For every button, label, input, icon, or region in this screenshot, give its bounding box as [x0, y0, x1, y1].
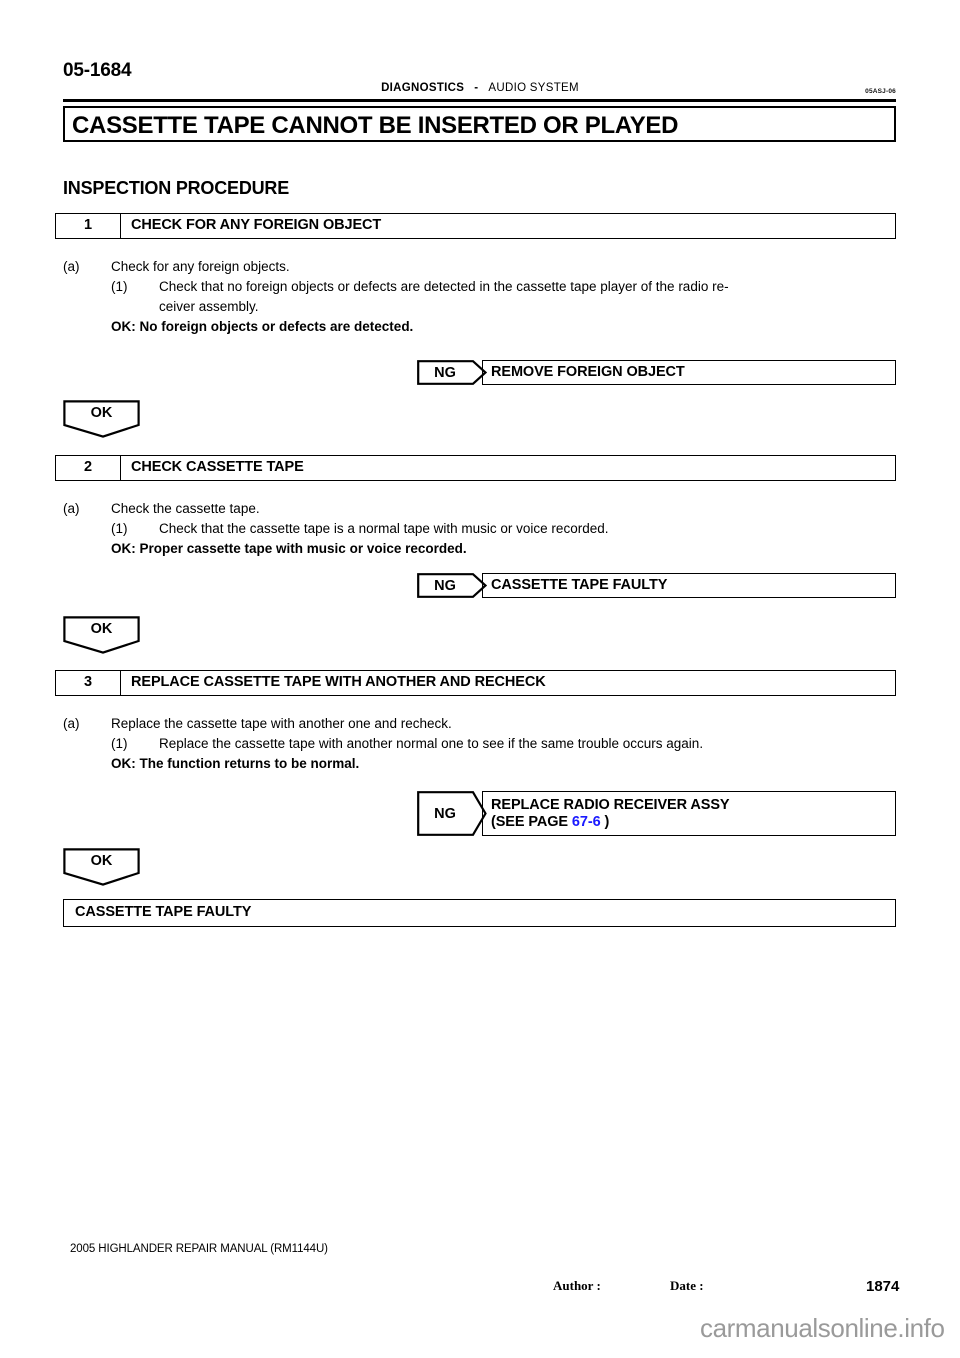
step-1-sub-1-marker: (1)	[111, 279, 128, 294]
step-1-ng-branch: NG REMOVE FOREIGN OBJECT	[417, 360, 896, 385]
step-1-item-a-marker: (a)	[63, 259, 80, 274]
document-page: 05-1684 DIAGNOSTICS - AUDIO SYSTEM 05ASJ-0…	[0, 0, 960, 1358]
step-number-1: 1	[56, 214, 121, 238]
step-1-sub-1-text-line2: ceiver assembly.	[159, 299, 259, 314]
ok-label-1: OK	[90, 404, 113, 421]
step-body-1: (a) Check for any foreign objects. (1) C…	[63, 257, 896, 337]
conclusion-box: CASSETTE TAPE FAULTY	[63, 899, 896, 927]
breadcrumb-section: DIAGNOSTICS	[381, 82, 465, 94]
step-3-ng-branch: NG REPLACE RADIO RECEIVER ASSY (SEE PAGE…	[417, 791, 896, 836]
header-rule	[63, 99, 896, 102]
footer-page-number: 1874	[866, 1278, 900, 1295]
step-2-ok-criteria: OK: Proper cassette tape with music or v…	[111, 541, 467, 556]
ok-label-3: OK	[90, 852, 113, 869]
footer-author-label: Author :	[553, 1278, 601, 1293]
step-2-sub-1-marker: (1)	[111, 521, 128, 536]
step-label-3: REPLACE CASSETTE TAPE WITH ANOTHER AND R…	[131, 674, 546, 690]
ok-label-2: OK	[90, 620, 113, 637]
ng-result-text-3-line2: (SEE PAGE 67-6 )	[491, 814, 729, 831]
breadcrumb-separator: -	[474, 82, 479, 94]
step-2-sub-1: (1) Check that the cassette tape is a no…	[111, 519, 896, 539]
step-body-2: (a) Check the cassette tape. (1) Check t…	[63, 499, 896, 559]
step-2-item-a: (a) Check the cassette tape.	[63, 499, 896, 519]
step-number-3: 3	[56, 671, 121, 695]
step-1-sub-1: (1) Check that no foreign objects or def…	[111, 277, 896, 317]
step-1-item-a-text: Check for any foreign objects.	[111, 259, 290, 274]
step-1-sub-1-text-line1: Check that no foreign objects or defects…	[159, 279, 729, 294]
section-heading: INSPECTION PROCEDURE	[63, 178, 290, 198]
page-number-header: 05-1684	[63, 60, 132, 81]
step-header-3: 3 REPLACE CASSETTE TAPE WITH ANOTHER AND…	[55, 670, 896, 696]
ok-arrow-badge-3: OK	[63, 848, 140, 886]
ng-result-text-3: REPLACE RADIO RECEIVER ASSY (SEE PAGE 67…	[491, 792, 730, 835]
step-label-1: CHECK FOR ANY FOREIGN OBJECT	[131, 217, 382, 233]
step-3-sub-1: (1) Replace the cassette tape with anoth…	[111, 734, 896, 754]
step-3-sub-1-text-line1: Replace the cassette tape with another n…	[159, 736, 704, 751]
see-page-suffix: )	[600, 813, 610, 830]
step-3-ok-criteria: OK: The function returns to be normal.	[111, 756, 360, 771]
step-header-2: 2 CHECK CASSETTE TAPE	[55, 455, 896, 481]
ng-result-text-3-line1: REPLACE RADIO RECEIVER ASSY	[491, 796, 730, 813]
ng-label-3: NG	[434, 805, 456, 822]
ng-arrow-badge-3: NG	[417, 791, 487, 836]
ok-arrow-badge-2: OK	[63, 616, 140, 654]
footer-date-label: Date :	[670, 1278, 704, 1293]
ng-result-text-1: REMOVE FOREIGN OBJECT	[491, 364, 685, 380]
ng-result-box-3: REPLACE RADIO RECEIVER ASSY (SEE PAGE 67…	[482, 791, 896, 836]
step-label-2: CHECK CASSETTE TAPE	[131, 459, 304, 475]
footer-manual-title: 2005 HIGHLANDER REPAIR MANUAL (RM1144U)	[70, 1243, 328, 1255]
step-1-ok-criteria: OK: No foreign objects or defects are de…	[111, 319, 414, 334]
step-3-item-a-text: Replace the cassette tape with another o…	[111, 716, 452, 731]
ng-result-text-2: CASSETTE TAPE FAULTY	[491, 577, 668, 593]
see-page-prefix: (SEE PAGE	[491, 813, 572, 830]
step-header-1: 1 CHECK FOR ANY FOREIGN OBJECT	[55, 213, 896, 239]
watermark: carmanualsonline.info	[700, 1313, 945, 1343]
document-breadcrumb: DIAGNOSTICS - AUDIO SYSTEM	[0, 82, 960, 94]
page-title: CASSETTE TAPE CANNOT BE INSERTED OR PLAY…	[72, 112, 679, 139]
page-reference-link[interactable]: 67-6	[572, 814, 601, 830]
step-3-item-a: (a) Replace the cassette tape with anoth…	[63, 714, 896, 734]
step-body-3: (a) Replace the cassette tape with anoth…	[63, 714, 896, 774]
ng-label-1: NG	[434, 364, 456, 381]
ng-result-box-1: REMOVE FOREIGN OBJECT	[482, 360, 896, 385]
breadcrumb-system: AUDIO SYSTEM	[488, 82, 579, 94]
step-2-item-a-marker: (a)	[63, 501, 80, 516]
ng-label-2: NG	[434, 577, 456, 594]
step-2-item-a-text: Check the cassette tape.	[111, 501, 260, 516]
page-title-box: CASSETTE TAPE CANNOT BE INSERTED OR PLAY…	[63, 106, 896, 142]
step-number-2: 2	[56, 456, 121, 480]
step-2-ng-branch: NG CASSETTE TAPE FAULTY	[417, 573, 896, 598]
step-3-sub-1-marker: (1)	[111, 736, 128, 751]
step-3-item-a-marker: (a)	[63, 716, 80, 731]
ok-arrow-badge-1: OK	[63, 400, 140, 438]
ng-arrow-badge-1: NG	[417, 360, 487, 385]
ng-arrow-badge-2: NG	[417, 573, 487, 598]
conclusion-text: CASSETTE TAPE FAULTY	[75, 904, 252, 920]
document-code: 05ASJ-06	[865, 88, 896, 95]
ng-result-box-2: CASSETTE TAPE FAULTY	[482, 573, 896, 598]
step-2-sub-1-text-line1: Check that the cassette tape is a normal…	[159, 521, 609, 536]
step-1-item-a: (a) Check for any foreign objects.	[63, 257, 896, 277]
